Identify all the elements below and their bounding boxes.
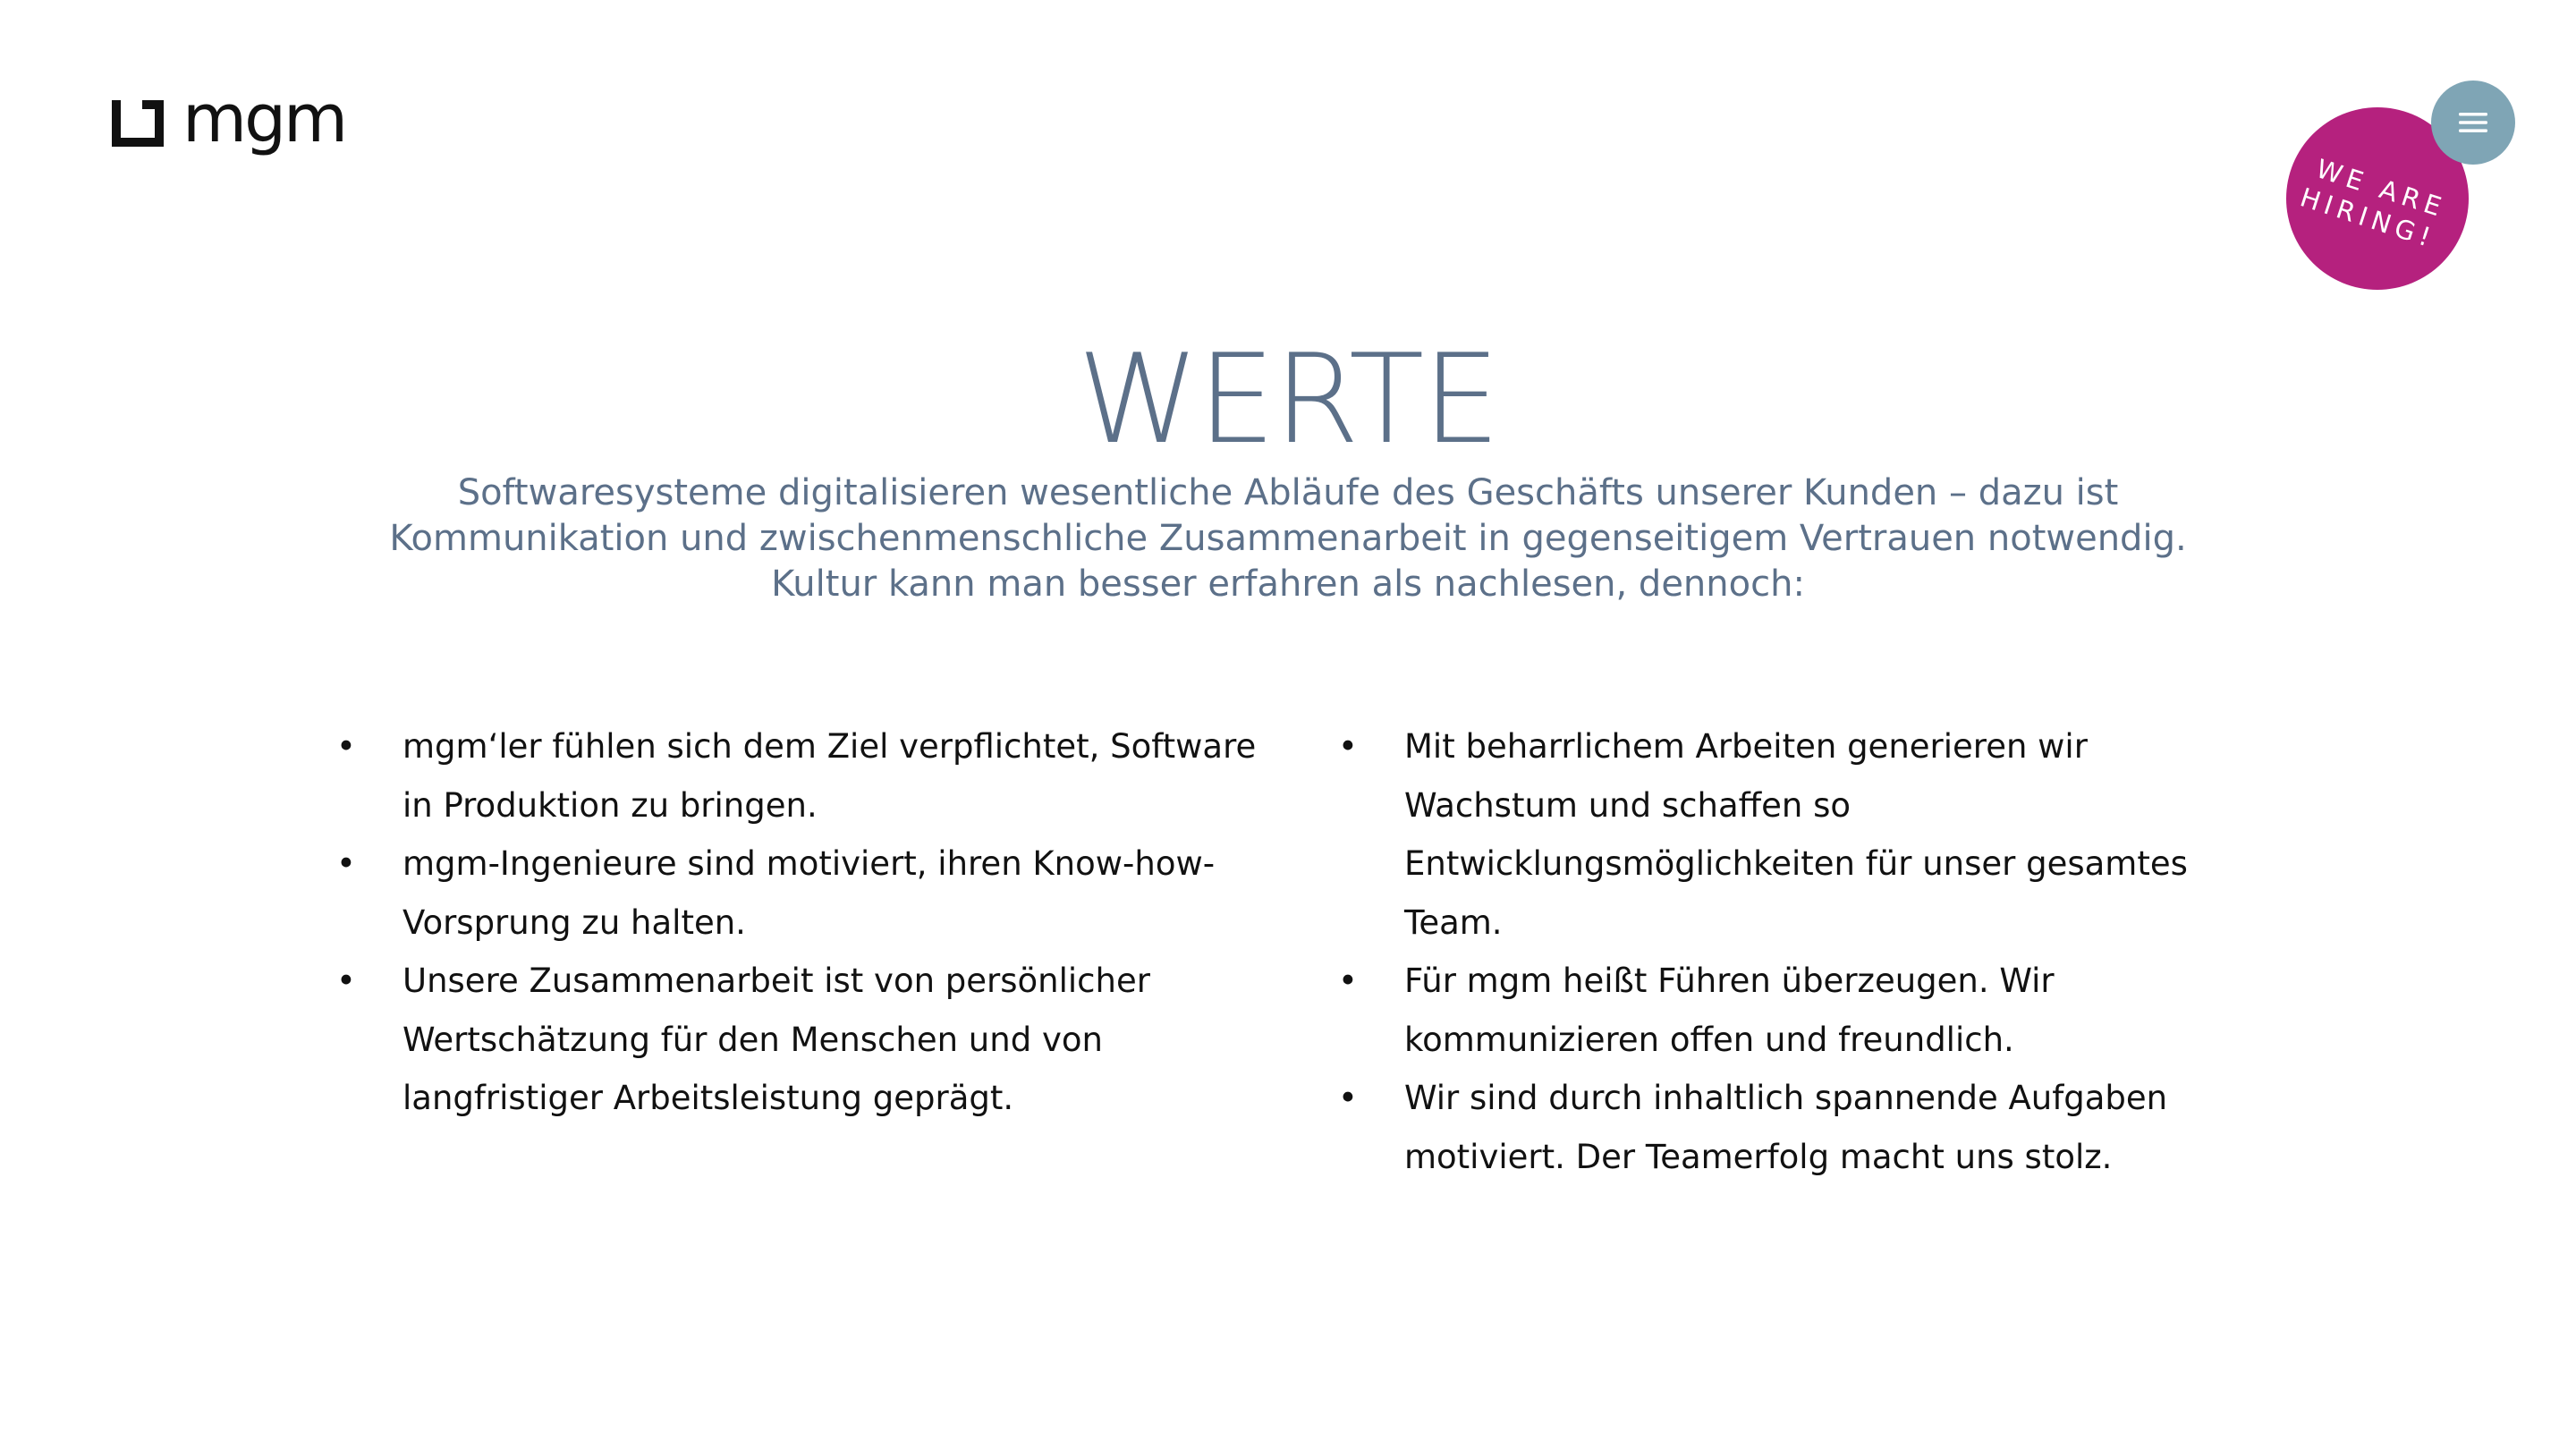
list-item-text: Wir sind durch inhaltlich spannende Aufg…	[1404, 1079, 2168, 1176]
page: mgm WE ARE HIRING! WERTE Softwaresysteme…	[0, 0, 2576, 1449]
list-item: • Für mgm heißt Führen überzeugen. Wir k…	[1338, 952, 2268, 1069]
list-item-text: mgm‘ler fühlen sich dem Ziel verpflichte…	[402, 727, 1257, 825]
list-item-text: Für mgm heißt Führen überzeugen. Wir kom…	[1404, 962, 2055, 1059]
intro-line: Softwaresysteme digitalisieren wesentlic…	[457, 472, 2119, 513]
list-item: • Unsere Zusammenarbeit ist von persönli…	[336, 952, 1267, 1128]
intro-text: Softwaresysteme digitalisieren wesentlic…	[304, 470, 2272, 607]
list-item-text: Mit beharrlichem Arbeiten generieren wir…	[1404, 727, 2188, 942]
bullet: •	[336, 727, 356, 766]
list-item: • mgm‘ler fühlen sich dem Ziel verpflich…	[336, 717, 1267, 835]
bullet: •	[1338, 727, 1358, 766]
mgm-logo-link[interactable]: mgm	[111, 80, 348, 163]
list-item: • Wir sind durch inhaltlich spannende Au…	[1338, 1069, 2268, 1186]
mgm-logo-mark-icon	[112, 100, 164, 147]
menu-button[interactable]	[2431, 80, 2515, 165]
values-list-left: • mgm‘ler fühlen sich dem Ziel verpflich…	[336, 717, 1267, 1128]
list-item-text: Unsere Zusammenarbeit ist von persönlich…	[402, 962, 1150, 1117]
intro-line: Kommunikation und zwischenmenschliche Zu…	[389, 518, 2187, 559]
list-item: • mgm-Ingenieure sind motiviert, ihren K…	[336, 835, 1267, 952]
intro-line: Kultur kann man besser erfahren als nach…	[771, 564, 1805, 605]
list-item-text: mgm-Ingenieure sind motiviert, ihren Kno…	[402, 844, 1216, 942]
bullet: •	[336, 962, 356, 1000]
bullet: •	[336, 844, 356, 883]
values-list-right: • Mit beharrlichem Arbeiten generieren w…	[1338, 717, 2268, 1186]
bullet: •	[1338, 962, 1358, 1000]
list-item: • Mit beharrlichem Arbeiten generieren w…	[1338, 717, 2268, 952]
hamburger-menu-icon	[2459, 113, 2487, 132]
logo-text: mgm	[182, 80, 348, 157]
bullet: •	[1338, 1079, 1358, 1117]
page-title: WERTE	[1077, 327, 1501, 471]
